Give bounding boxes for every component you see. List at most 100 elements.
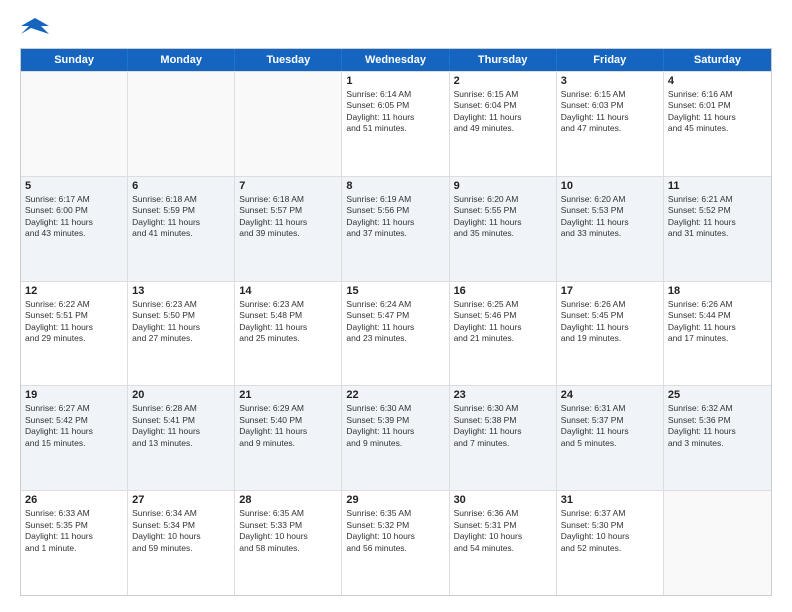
day-number: 19	[25, 389, 123, 401]
cell-sun-info: Sunrise: 6:35 AMSunset: 5:33 PMDaylight:…	[239, 508, 337, 554]
cell-sun-info: Sunrise: 6:19 AMSunset: 5:56 PMDaylight:…	[346, 194, 444, 240]
day-number: 3	[561, 75, 659, 87]
day-number: 15	[346, 285, 444, 297]
calendar-cell: 25 Sunrise: 6:32 AMSunset: 5:36 PMDayligh…	[664, 386, 771, 490]
calendar-body: 1 Sunrise: 6:14 AMSunset: 6:05 PMDaylight…	[21, 71, 771, 595]
calendar-cell: 3 Sunrise: 6:15 AMSunset: 6:03 PMDaylight…	[557, 72, 664, 176]
calendar-cell: 7 Sunrise: 6:18 AMSunset: 5:57 PMDaylight…	[235, 177, 342, 281]
day-number: 4	[668, 75, 767, 87]
calendar-row-3: 12 Sunrise: 6:22 AMSunset: 5:51 PMDayligh…	[21, 281, 771, 386]
calendar-cell: 2Sunrise: 6:15 AMSunset: 6:04 PMDaylight…	[450, 72, 557, 176]
cell-sun-info: Sunrise: 6:30 AMSunset: 5:39 PMDaylight:…	[346, 403, 444, 449]
cell-sun-info: Sunrise: 6:17 AMSunset: 6:00 PMDaylight:…	[25, 194, 123, 240]
cell-sun-info: Sunrise: 6:34 AMSunset: 5:34 PMDaylight:…	[132, 508, 230, 554]
day-number: 8	[346, 180, 444, 192]
calendar-cell: 20 Sunrise: 6:28 AMSunset: 5:41 PMDayligh…	[128, 386, 235, 490]
day-number: 31	[561, 494, 659, 506]
day-number: 1	[346, 75, 444, 87]
calendar-cell: 13 Sunrise: 6:23 AMSunset: 5:50 PMDayligh…	[128, 282, 235, 386]
cell-sun-info: Sunrise: 6:32 AMSunset: 5:36 PMDaylight:…	[668, 403, 767, 449]
calendar-cell: 1 Sunrise: 6:14 AMSunset: 6:05 PMDaylight…	[342, 72, 449, 176]
cell-sun-info: Sunrise: 6:18 AMSunset: 5:57 PMDaylight:…	[239, 194, 337, 240]
weekday-header-sunday: Sunday	[21, 49, 128, 71]
weekday-header-tuesday: Tuesday	[235, 49, 342, 71]
calendar-cell: 27 Sunrise: 6:34 AMSunset: 5:34 PMDayligh…	[128, 491, 235, 595]
day-number: 27	[132, 494, 230, 506]
day-number: 18	[668, 285, 767, 297]
calendar-cell: 23 Sunrise: 6:30 AMSunset: 5:38 PMDayligh…	[450, 386, 557, 490]
day-number: 11	[668, 180, 767, 192]
calendar-cell: 19 Sunrise: 6:27 AMSunset: 5:42 PMDayligh…	[21, 386, 128, 490]
day-number: 5	[25, 180, 123, 192]
day-number: 29	[346, 494, 444, 506]
calendar-row-2: 5 Sunrise: 6:17 AMSunset: 6:00 PMDaylight…	[21, 176, 771, 281]
cell-sun-info: Sunrise: 6:30 AMSunset: 5:38 PMDaylight:…	[454, 403, 552, 449]
cell-sun-info: Sunrise: 6:22 AMSunset: 5:51 PMDaylight:…	[25, 299, 123, 345]
calendar-cell: 28 Sunrise: 6:35 AMSunset: 5:33 PMDayligh…	[235, 491, 342, 595]
cell-sun-info: Sunrise: 6:31 AMSunset: 5:37 PMDaylight:…	[561, 403, 659, 449]
day-number: 25	[668, 389, 767, 401]
day-number: 12	[25, 285, 123, 297]
day-number: 28	[239, 494, 337, 506]
logo-bird-icon	[21, 16, 49, 38]
weekday-header-wednesday: Wednesday	[342, 49, 449, 71]
calendar-cell: 29Sunrise: 6:35 AMSunset: 5:32 PMDayligh…	[342, 491, 449, 595]
day-number: 26	[25, 494, 123, 506]
header	[20, 16, 772, 36]
calendar-cell	[664, 491, 771, 595]
cell-sun-info: Sunrise: 6:18 AMSunset: 5:59 PMDaylight:…	[132, 194, 230, 240]
day-number: 24	[561, 389, 659, 401]
calendar-cell: 11 Sunrise: 6:21 AMSunset: 5:52 PMDayligh…	[664, 177, 771, 281]
calendar-cell: 21Sunrise: 6:29 AMSunset: 5:40 PMDayligh…	[235, 386, 342, 490]
calendar-cell: 16Sunrise: 6:25 AMSunset: 5:46 PMDayligh…	[450, 282, 557, 386]
cell-sun-info: Sunrise: 6:29 AMSunset: 5:40 PMDaylight:…	[239, 403, 337, 449]
cell-sun-info: Sunrise: 6:20 AMSunset: 5:55 PMDaylight:…	[454, 194, 552, 240]
cell-sun-info: Sunrise: 6:25 AMSunset: 5:46 PMDaylight:…	[454, 299, 552, 345]
calendar-cell: 30Sunrise: 6:36 AMSunset: 5:31 PMDayligh…	[450, 491, 557, 595]
cell-sun-info: Sunrise: 6:15 AMSunset: 6:03 PMDaylight:…	[561, 89, 659, 135]
cell-sun-info: Sunrise: 6:37 AMSunset: 5:30 PMDaylight:…	[561, 508, 659, 554]
calendar-cell: 18 Sunrise: 6:26 AMSunset: 5:44 PMDayligh…	[664, 282, 771, 386]
day-number: 13	[132, 285, 230, 297]
day-number: 20	[132, 389, 230, 401]
cell-sun-info: Sunrise: 6:23 AMSunset: 5:50 PMDaylight:…	[132, 299, 230, 345]
calendar-cell: 12 Sunrise: 6:22 AMSunset: 5:51 PMDayligh…	[21, 282, 128, 386]
calendar-cell: 24 Sunrise: 6:31 AMSunset: 5:37 PMDayligh…	[557, 386, 664, 490]
calendar-cell: 26 Sunrise: 6:33 AMSunset: 5:35 PMDayligh…	[21, 491, 128, 595]
calendar-row-1: 1 Sunrise: 6:14 AMSunset: 6:05 PMDaylight…	[21, 71, 771, 176]
calendar-cell: 22 Sunrise: 6:30 AMSunset: 5:39 PMDayligh…	[342, 386, 449, 490]
calendar-row-4: 19 Sunrise: 6:27 AMSunset: 5:42 PMDayligh…	[21, 385, 771, 490]
calendar-cell	[21, 72, 128, 176]
cell-sun-info: Sunrise: 6:24 AMSunset: 5:47 PMDaylight:…	[346, 299, 444, 345]
calendar-cell: 14Sunrise: 6:23 AMSunset: 5:48 PMDayligh…	[235, 282, 342, 386]
calendar-cell: 15 Sunrise: 6:24 AMSunset: 5:47 PMDayligh…	[342, 282, 449, 386]
calendar-row-5: 26 Sunrise: 6:33 AMSunset: 5:35 PMDayligh…	[21, 490, 771, 595]
weekday-header-saturday: Saturday	[664, 49, 771, 71]
day-number: 9	[454, 180, 552, 192]
cell-sun-info: Sunrise: 6:26 AMSunset: 5:45 PMDaylight:…	[561, 299, 659, 345]
cell-sun-info: Sunrise: 6:26 AMSunset: 5:44 PMDaylight:…	[668, 299, 767, 345]
day-number: 17	[561, 285, 659, 297]
cell-sun-info: Sunrise: 6:14 AMSunset: 6:05 PMDaylight:…	[346, 89, 444, 135]
calendar-cell: 9 Sunrise: 6:20 AMSunset: 5:55 PMDaylight…	[450, 177, 557, 281]
cell-sun-info: Sunrise: 6:23 AMSunset: 5:48 PMDaylight:…	[239, 299, 337, 345]
calendar-cell: 6 Sunrise: 6:18 AMSunset: 5:59 PMDaylight…	[128, 177, 235, 281]
cell-sun-info: Sunrise: 6:36 AMSunset: 5:31 PMDaylight:…	[454, 508, 552, 554]
cell-sun-info: Sunrise: 6:27 AMSunset: 5:42 PMDaylight:…	[25, 403, 123, 449]
cell-sun-info: Sunrise: 6:28 AMSunset: 5:41 PMDaylight:…	[132, 403, 230, 449]
cell-sun-info: Sunrise: 6:21 AMSunset: 5:52 PMDaylight:…	[668, 194, 767, 240]
weekday-header-monday: Monday	[128, 49, 235, 71]
calendar-cell: 31 Sunrise: 6:37 AMSunset: 5:30 PMDayligh…	[557, 491, 664, 595]
calendar-cell: 10Sunrise: 6:20 AMSunset: 5:53 PMDayligh…	[557, 177, 664, 281]
logo	[20, 16, 50, 36]
day-number: 23	[454, 389, 552, 401]
calendar-cell: 5 Sunrise: 6:17 AMSunset: 6:00 PMDaylight…	[21, 177, 128, 281]
day-number: 22	[346, 389, 444, 401]
calendar: SundayMondayTuesdayWednesdayThursdayFrid…	[20, 48, 772, 596]
calendar-cell	[128, 72, 235, 176]
day-number: 7	[239, 180, 337, 192]
day-number: 2	[454, 75, 552, 87]
calendar-cell: 4Sunrise: 6:16 AMSunset: 6:01 PMDaylight…	[664, 72, 771, 176]
cell-sun-info: Sunrise: 6:33 AMSunset: 5:35 PMDaylight:…	[25, 508, 123, 554]
day-number: 6	[132, 180, 230, 192]
